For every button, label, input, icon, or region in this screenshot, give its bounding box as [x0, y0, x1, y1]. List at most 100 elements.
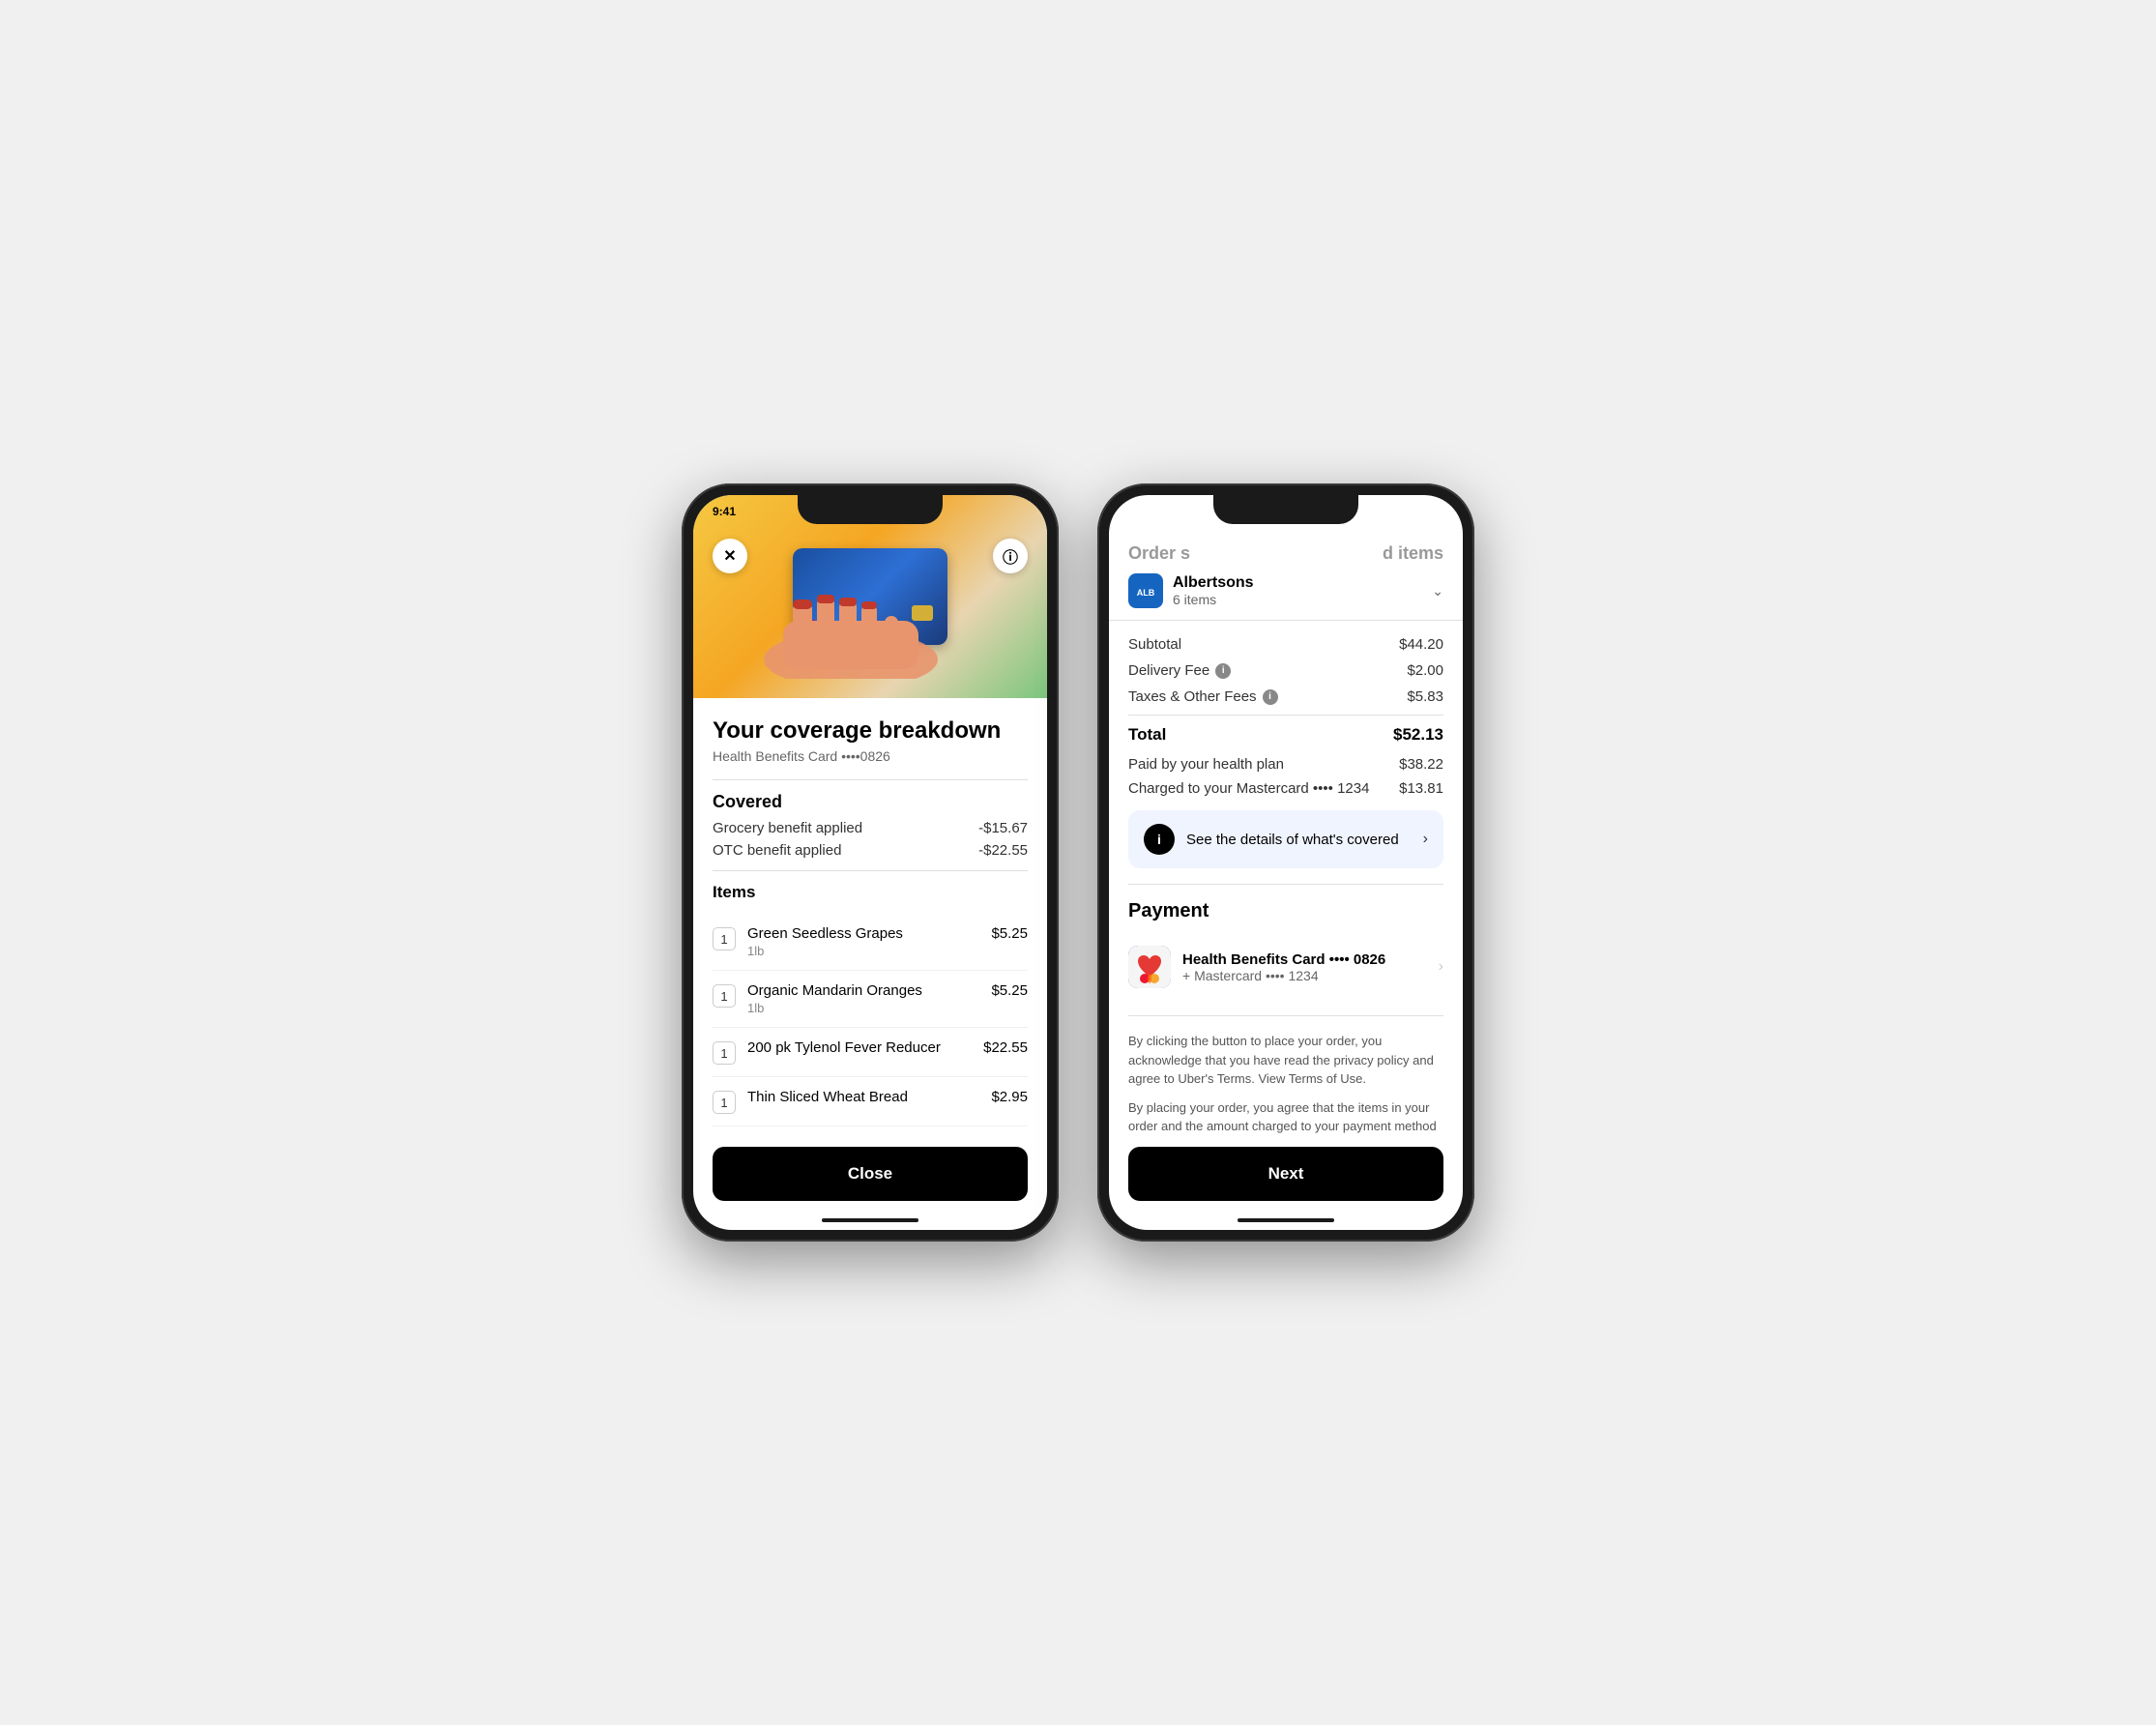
- payment-section: Payment: [1128, 885, 1443, 1016]
- phone-1-screen: 9:41 ✕ ⓘ: [693, 495, 1047, 1230]
- total-value: $52.13: [1393, 725, 1443, 745]
- item-name-2: 200 pk Tylenol Fever Reducer: [747, 1039, 972, 1056]
- item-weight-1: 1lb: [747, 1001, 979, 1015]
- benefit-label-grocery: Grocery benefit applied: [713, 820, 862, 836]
- phone-1: 9:41 ✕ ⓘ: [682, 483, 1059, 1242]
- item-qty-1: 1: [713, 984, 736, 1008]
- order-body: Subtotal $44.20 Delivery Fee i $2.00: [1109, 621, 1463, 1135]
- next-button[interactable]: Next: [1128, 1147, 1443, 1201]
- disclaimer-section: By clicking the button to place your ord…: [1128, 1016, 1443, 1135]
- item-details-3: Thin Sliced Wheat Bread: [747, 1089, 979, 1107]
- info-circle-icon: ⓘ: [1003, 544, 1018, 568]
- item-price-1: $5.25: [991, 982, 1028, 999]
- card-illustration: [773, 539, 967, 674]
- health-plan-label: Paid by your health plan: [1128, 756, 1284, 773]
- svg-text:ALB: ALB: [1137, 588, 1155, 598]
- phones-container: 9:41 ✕ ⓘ: [682, 483, 1474, 1242]
- hand-svg: [764, 582, 938, 679]
- payment-card-sub: + Mastercard •••• 1234: [1182, 968, 1427, 983]
- divider-2: [713, 870, 1028, 871]
- store-items: 6 items: [1173, 592, 1422, 607]
- info-icon-button[interactable]: ⓘ: [993, 539, 1028, 573]
- payment-card-details: Health Benefits Card •••• 0826 + Masterc…: [1182, 951, 1427, 983]
- item-price-3: $2.95: [991, 1089, 1028, 1105]
- payment-card-icon: [1128, 946, 1171, 988]
- item-details-1: Organic Mandarin Oranges 1lb: [747, 982, 979, 1015]
- item-details-2: 200 pk Tylenol Fever Reducer: [747, 1039, 972, 1058]
- item-price-2: $22.55: [983, 1039, 1028, 1056]
- item-qty-0: 1: [713, 927, 736, 950]
- item-row-1: 1 Organic Mandarin Oranges 1lb $5.25: [713, 971, 1028, 1028]
- disclaimer-text-1: By clicking the button to place your ord…: [1128, 1032, 1443, 1089]
- item-details-0: Green Seedless Grapes 1lb: [747, 925, 979, 958]
- item-name-1: Organic Mandarin Oranges: [747, 982, 979, 999]
- benefit-row-grocery: Grocery benefit applied -$15.67: [713, 820, 1028, 836]
- health-plan-row: Paid by your health plan $38.22: [1128, 756, 1443, 773]
- close-icon-button[interactable]: ✕: [713, 539, 747, 573]
- item-qty-3: 1: [713, 1091, 736, 1114]
- payment-chevron-right-icon: ›: [1439, 958, 1443, 976]
- coverage-body: Your coverage breakdown Health Benefits …: [693, 698, 1047, 1131]
- phone-2-screen: Order s d items ALB Albertsons 6 ite: [1109, 495, 1463, 1230]
- items-section-title: Items: [713, 883, 1028, 902]
- divider-1: [713, 779, 1028, 780]
- delivery-fee-label: Delivery Fee i: [1128, 662, 1231, 679]
- mastercard-row: Charged to your Mastercard •••• 1234 $13…: [1128, 780, 1443, 797]
- see-details-chevron-right-icon: ›: [1423, 831, 1428, 848]
- item-price-0: $5.25: [991, 925, 1028, 942]
- store-chevron-down-icon[interactable]: ⌄: [1432, 583, 1443, 599]
- close-x-icon: ✕: [723, 546, 736, 566]
- taxes-info-icon[interactable]: i: [1263, 689, 1278, 705]
- item-name-0: Green Seedless Grapes: [747, 925, 979, 942]
- benefit-row-otc: OTC benefit applied -$22.55: [713, 842, 1028, 859]
- phone-2: Order s d items ALB Albertsons 6 ite: [1097, 483, 1474, 1242]
- delivery-fee-value: $2.00: [1407, 662, 1443, 679]
- close-button[interactable]: Close: [713, 1147, 1028, 1201]
- store-info: Albertsons 6 items: [1173, 574, 1422, 607]
- item-qty-2: 1: [713, 1041, 736, 1065]
- phone-1-content: 9:41 ✕ ⓘ: [693, 495, 1047, 1230]
- item-row-3: 1 Thin Sliced Wheat Bread $2.95: [713, 1077, 1028, 1126]
- subtotal-value: $44.20: [1399, 636, 1443, 653]
- phone-2-notch: [1213, 495, 1358, 524]
- item-row-2: 1 200 pk Tylenol Fever Reducer $22.55: [713, 1028, 1028, 1077]
- taxes-label: Taxes & Other Fees i: [1128, 688, 1278, 705]
- see-details-button[interactable]: i See the details of what's covered ›: [1128, 810, 1443, 868]
- delivery-info-icon[interactable]: i: [1215, 663, 1231, 679]
- benefit-label-otc: OTC benefit applied: [713, 842, 841, 859]
- order-summary-section: Subtotal $44.20 Delivery Fee i $2.00: [1128, 621, 1443, 885]
- health-plan-value: $38.22: [1399, 756, 1443, 773]
- coverage-header-illustration: 9:41 ✕ ⓘ: [693, 495, 1047, 698]
- coverage-title: Your coverage breakdown: [713, 717, 1028, 745]
- taxes-row: Taxes & Other Fees i $5.83: [1128, 688, 1443, 705]
- coverage-subtitle: Health Benefits Card ••••0826: [713, 748, 1028, 764]
- phone-2-content: Order s d items ALB Albertsons 6 ite: [1109, 495, 1463, 1230]
- phone-1-home-indicator: [822, 1218, 918, 1222]
- total-label: Total: [1128, 725, 1166, 745]
- store-row: ALB Albertsons 6 items ⌄: [1128, 573, 1443, 608]
- total-row: Total $52.13: [1128, 725, 1443, 745]
- header-title-right: d items: [1383, 543, 1443, 564]
- delivery-fee-row: Delivery Fee i $2.00: [1128, 662, 1443, 679]
- see-details-info-icon: i: [1144, 824, 1175, 855]
- payment-card-name: Health Benefits Card •••• 0826: [1182, 951, 1427, 968]
- store-name: Albertsons: [1173, 574, 1422, 592]
- item-name-3: Thin Sliced Wheat Bread: [747, 1089, 979, 1105]
- subtotal-row: Subtotal $44.20: [1128, 636, 1443, 653]
- see-details-text: See the details of what's covered: [1186, 832, 1412, 848]
- header-title-left: Order s: [1128, 543, 1190, 564]
- payment-card-row[interactable]: Health Benefits Card •••• 0826 + Masterc…: [1128, 934, 1443, 1000]
- item-weight-0: 1lb: [747, 944, 979, 958]
- status-time: 9:41: [713, 505, 736, 518]
- mastercard-value: $13.81: [1399, 780, 1443, 797]
- taxes-value: $5.83: [1407, 688, 1443, 705]
- item-row-0: 1 Green Seedless Grapes 1lb $5.25: [713, 914, 1028, 971]
- store-logo: ALB: [1128, 573, 1163, 608]
- phone-1-notch: [798, 495, 943, 524]
- subtotal-label: Subtotal: [1128, 636, 1181, 653]
- payment-title: Payment: [1128, 900, 1443, 922]
- benefit-amount-otc: -$22.55: [978, 842, 1028, 859]
- disclaimer-text-2: By placing your order, you agree that th…: [1128, 1098, 1443, 1136]
- phone-2-home-indicator: [1238, 1218, 1334, 1222]
- covered-section-title: Covered: [713, 792, 1028, 812]
